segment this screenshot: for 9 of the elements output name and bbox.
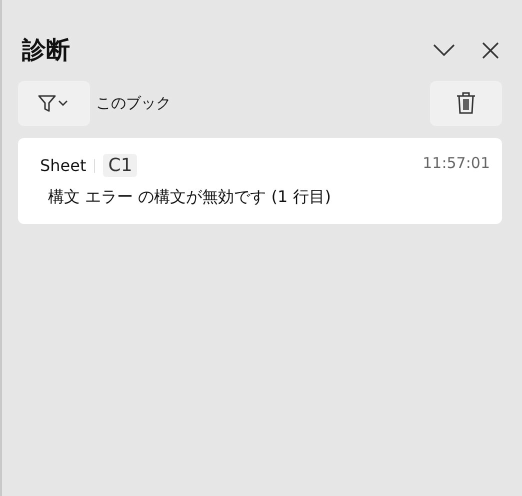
panel-title: 診断 [20,35,71,66]
sheet-name: Sheet [40,156,86,175]
scope-label: このブック [96,94,172,112]
delete-button[interactable] [430,80,502,126]
cell-reference[interactable]: C1 [103,154,138,177]
trash-icon [456,91,476,115]
timestamp: 11:57:01 [422,154,490,172]
filter-button[interactable] [18,80,90,126]
error-message: 構文 エラー の構文が無効です (1 行目) [47,187,332,208]
